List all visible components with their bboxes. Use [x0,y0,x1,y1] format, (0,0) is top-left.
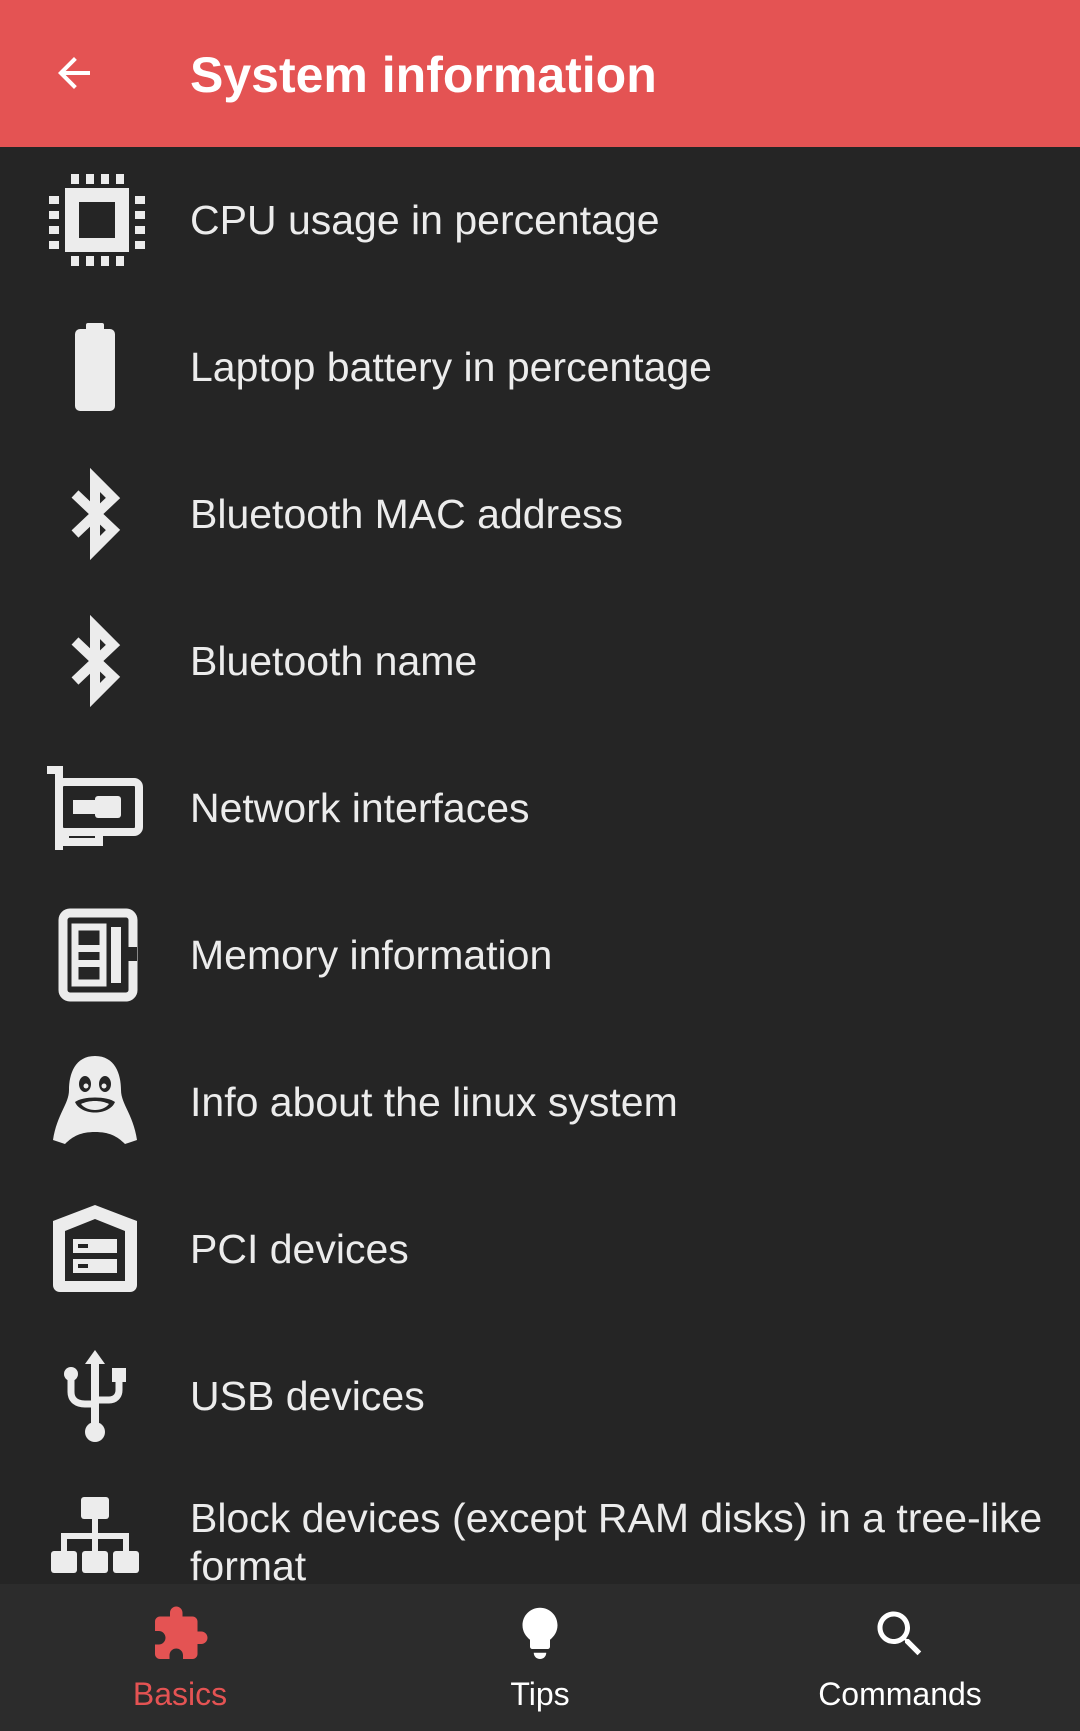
list-item-label: Bluetooth name [190,638,478,684]
arrow-back-icon [58,57,90,89]
list-item-label: Block devices (except RAM disks) in a tr… [190,1495,1043,1584]
cpu-chip-icon [49,174,145,266]
back-button[interactable] [34,33,114,113]
pci-devices-icon [53,1205,137,1292]
network-card-icon [47,766,143,850]
list-item-usb-devices[interactable]: USB devices [0,1323,1080,1470]
list-item-bluetooth-mac[interactable]: Bluetooth MAC address [0,441,1080,588]
list-item-bluetooth-name[interactable]: Bluetooth name [0,588,1080,735]
sitemap-tree-icon [51,1497,139,1573]
list-item-label: Laptop battery in percentage [190,344,712,390]
list-item-pci-devices[interactable]: PCI devices [0,1176,1080,1323]
list-item-label: USB devices [190,1373,425,1419]
linux-penguin-icon [53,1056,137,1144]
memory-icon [58,908,138,1002]
list-item-linux-info[interactable]: Info about the linux system [0,1029,1080,1176]
nav-tab-basics[interactable]: Basics [0,1584,360,1731]
list-item-label: Bluetooth MAC address [190,491,624,537]
app-screen: System information CPU usage in percenta… [0,0,1080,1731]
list-item-label: Network interfaces [190,785,530,831]
list-item-label: Info about the linux system [190,1079,678,1125]
battery-icon [75,323,115,411]
page-title: System information [190,47,657,103]
usb-icon [64,1350,126,1442]
lightbulb-icon [522,1607,558,1659]
top-app-bar: System information [0,0,1080,147]
list-item-memory[interactable]: Memory information [0,882,1080,1029]
list-item-label: Memory information [190,932,553,978]
bottom-navigation: Basics Tips Commands [0,1584,1080,1731]
bluetooth-icon [71,614,121,708]
list-item-cpu-usage[interactable]: CPU usage in percentage [0,147,1080,294]
nav-tab-label: Tips [510,1676,570,1712]
list-item-label: CPU usage in percentage [190,197,660,243]
list-item-block-devices[interactable]: Block devices (except RAM disks) in a tr… [0,1470,1080,1584]
list-item-battery[interactable]: Laptop battery in percentage [0,294,1080,441]
list-item-label: PCI devices [190,1226,409,1272]
nav-tab-tips[interactable]: Tips [360,1584,720,1731]
search-icon [877,1611,922,1656]
nav-tab-label: Commands [818,1676,982,1712]
command-list: CPU usage in percentage Laptop battery i… [0,147,1080,1584]
list-item-network-interfaces[interactable]: Network interfaces [0,735,1080,882]
nav-tab-label: Basics [132,1676,228,1712]
nav-tab-commands[interactable]: Commands [720,1584,1080,1731]
puzzle-piece-icon [155,1606,208,1659]
bluetooth-icon [71,467,121,561]
